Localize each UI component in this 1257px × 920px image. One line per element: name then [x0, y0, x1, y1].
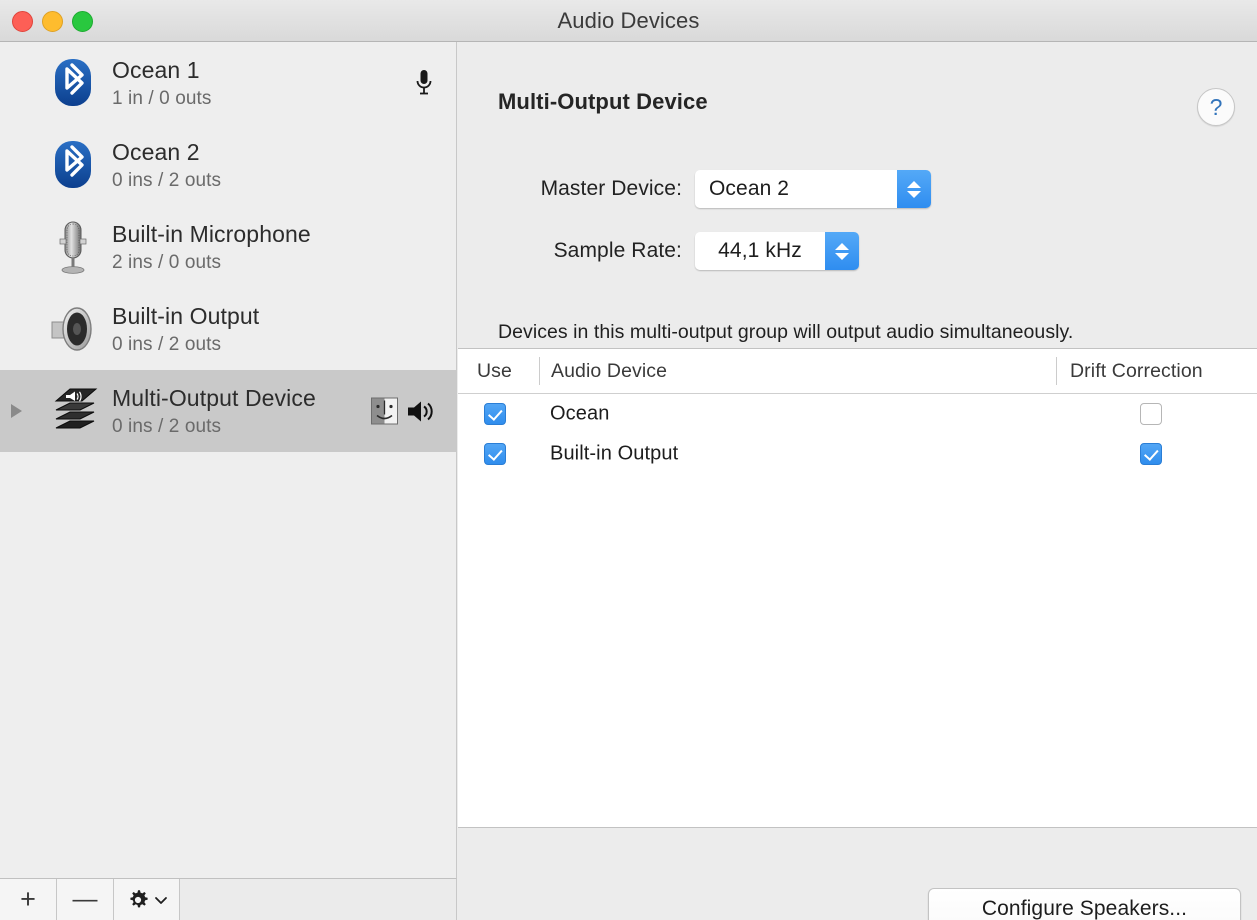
master-device-stepper-arrows[interactable]: [897, 170, 931, 208]
use-checkbox[interactable]: [484, 403, 506, 425]
device-info: Ocean 2 0 ins / 2 outs: [112, 137, 221, 194]
device-name: Built-in Output: [112, 302, 260, 329]
table-row[interactable]: Ocean: [458, 394, 1257, 434]
device-info: Built-in Microphone 2 ins / 0 outs: [112, 219, 311, 276]
checkmark-icon: [487, 405, 503, 421]
column-divider[interactable]: [1056, 357, 1057, 385]
gear-icon: [129, 889, 148, 907]
device-badges: [414, 68, 434, 98]
device-actions-button[interactable]: [114, 879, 180, 920]
chevron-down-icon[interactable]: [907, 190, 921, 198]
audio-device-table: Use Audio Device Drift Correction Ocean …: [458, 348, 1257, 828]
device-detail-panel: Multi-Output Device ? Master Device: Oce…: [458, 42, 1257, 920]
help-button[interactable]: ?: [1197, 88, 1235, 126]
sidebar-toolbar: + —: [0, 878, 457, 920]
window-titlebar: Audio Devices: [0, 0, 1257, 42]
device-channels: 2 ins / 0 outs: [112, 251, 222, 273]
question-mark-icon: ?: [1209, 93, 1223, 120]
device-name: Multi-Output Device: [112, 384, 316, 411]
default-input-microphone-icon: [416, 70, 432, 95]
column-header-use[interactable]: Use: [477, 349, 512, 393]
bluetooth-icon: [44, 52, 102, 114]
drift-correction-checkbox[interactable]: [1140, 403, 1162, 425]
master-device-label: Master Device:: [540, 177, 682, 200]
device-channels: 0 ins / 2 outs: [112, 169, 222, 191]
device-name: Ocean 2: [112, 138, 200, 165]
finder-face-icon: [371, 397, 398, 425]
sample-rate-label: Sample Rate:: [553, 239, 682, 262]
device-channels: 0 ins / 2 outs: [112, 415, 222, 437]
device-name: Built-in Microphone: [112, 220, 311, 247]
master-device-row: Master Device: Ocean 2: [458, 170, 931, 208]
table-header-row: Use Audio Device Drift Correction: [458, 349, 1257, 394]
chevron-down-icon: [154, 896, 167, 904]
drift-correction-checkbox[interactable]: [1140, 443, 1162, 465]
audio-devices-window: Audio Devices Ocean 1 1 in / 0 outs Ocea…: [0, 0, 1257, 920]
device-channels: 1 in / 0 outs: [112, 87, 212, 109]
plus-icon: +: [20, 884, 36, 914]
column-header-audio-device[interactable]: Audio Device: [551, 349, 667, 393]
checkmark-icon: [487, 445, 503, 461]
disclosure-triangle-icon[interactable]: [11, 404, 22, 418]
sample-rate-stepper-arrows[interactable]: [825, 232, 859, 270]
device-list-item-built-in-microphone[interactable]: Built-in Microphone 2 ins / 0 outs: [0, 206, 456, 288]
device-info: Multi-Output Device 0 ins / 2 outs: [112, 383, 316, 440]
sample-rate-value[interactable]: 44,1 kHz: [695, 232, 825, 270]
device-info: Built-in Output 0 ins / 2 outs: [112, 301, 259, 358]
column-divider[interactable]: [539, 357, 540, 385]
device-channels: 0 ins / 2 outs: [112, 333, 222, 355]
column-header-drift-correction[interactable]: Drift Correction: [1070, 349, 1203, 393]
minus-icon: —: [72, 885, 98, 913]
sample-rate-row: Sample Rate: 44,1 kHz: [458, 232, 859, 270]
add-device-button[interactable]: +: [0, 879, 57, 920]
remove-device-button[interactable]: —: [57, 879, 114, 920]
device-badges: [371, 397, 434, 425]
microphone-icon: [44, 216, 102, 278]
toolbar-filler: [180, 879, 456, 920]
master-device-value[interactable]: Ocean 2: [695, 170, 897, 208]
multi-output-stack-icon: [44, 380, 102, 442]
chevron-down-icon[interactable]: [835, 252, 849, 260]
device-list-item-built-in-output[interactable]: Built-in Output 0 ins / 2 outs: [0, 288, 456, 370]
device-name-cell: Built-in Output: [550, 442, 679, 465]
chevron-up-icon[interactable]: [907, 180, 921, 188]
window-title: Audio Devices: [557, 8, 700, 33]
configure-speakers-button[interactable]: Configure Speakers...: [928, 888, 1241, 920]
device-list-item-multi-output-device[interactable]: Multi-Output Device 0 ins / 2 outs: [0, 370, 456, 452]
panel-footer: Configure Speakers...: [458, 828, 1257, 920]
device-list-item-ocean-1[interactable]: Ocean 1 1 in / 0 outs: [0, 42, 456, 124]
checkmark-icon: [1143, 445, 1159, 461]
master-device-stepper[interactable]: Ocean 2: [695, 170, 931, 208]
description-line-1: Devices in this multi-output group will …: [498, 321, 1074, 343]
use-checkbox[interactable]: [484, 443, 506, 465]
device-name: Ocean 1: [112, 56, 200, 83]
bluetooth-icon: [44, 134, 102, 196]
page-title: Multi-Output Device: [498, 89, 708, 114]
table-row[interactable]: Built-in Output: [458, 434, 1257, 474]
device-info: Ocean 1 1 in / 0 outs: [112, 55, 212, 112]
default-output-speaker-icon: [408, 401, 433, 421]
speaker-icon: [44, 298, 102, 360]
device-list-item-ocean-2[interactable]: Ocean 2 0 ins / 2 outs: [0, 124, 456, 206]
chevron-up-icon[interactable]: [835, 242, 849, 250]
sample-rate-stepper[interactable]: 44,1 kHz: [695, 232, 859, 270]
device-name-cell: Ocean: [550, 402, 610, 425]
device-list-sidebar: Ocean 1 1 in / 0 outs Ocean 2 0 ins / 2 …: [0, 42, 457, 878]
